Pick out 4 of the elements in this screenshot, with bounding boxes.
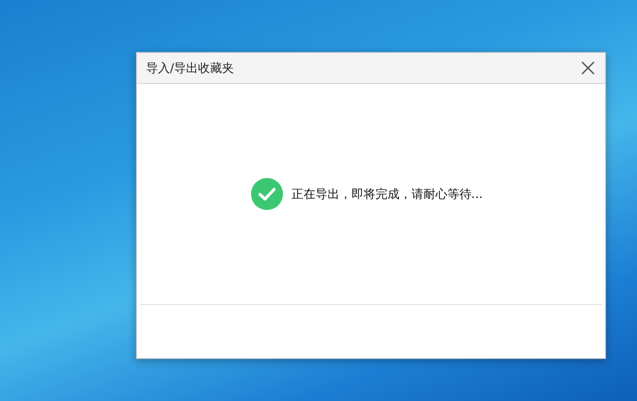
close-icon[interactable] <box>581 61 595 75</box>
success-check-icon <box>251 178 284 210</box>
status-message: 正在导出，即将完成，请耐心等待... <box>291 186 483 202</box>
window-title: 导入/导出收藏夹 <box>146 60 234 76</box>
